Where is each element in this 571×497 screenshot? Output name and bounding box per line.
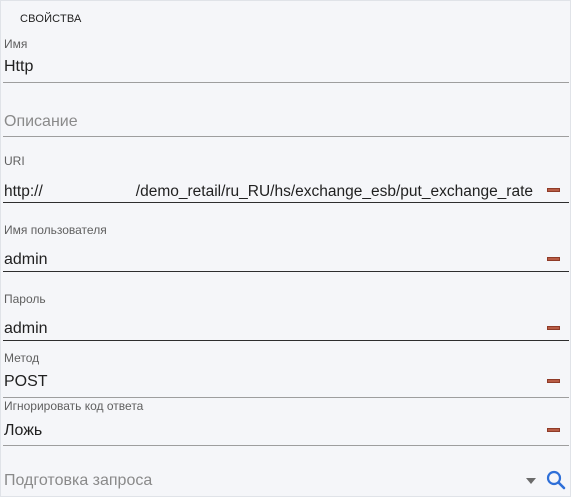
chevron-down-icon[interactable]	[526, 478, 536, 484]
method-underline	[3, 397, 569, 398]
username-label: Имя пользователя	[4, 223, 107, 237]
prepare-request-field[interactable]: Подготовка запроса	[2, 463, 569, 496]
name-underline	[3, 82, 569, 83]
password-clear-button[interactable]	[547, 326, 560, 330]
password-label: Пароль	[4, 292, 46, 306]
uri-clear-button[interactable]	[547, 188, 560, 192]
ignore-code-value[interactable]: Ложь	[4, 422, 42, 440]
uri-underline	[3, 202, 569, 203]
uri-label: URI	[4, 154, 25, 168]
method-clear-button[interactable]	[547, 379, 560, 383]
method-value[interactable]: POST	[4, 373, 48, 391]
password-value[interactable]: admin	[4, 320, 48, 338]
name-field[interactable]: Имя Http	[2, 35, 569, 85]
username-clear-button[interactable]	[547, 257, 560, 261]
password-field[interactable]: Пароль admin	[2, 291, 569, 343]
method-field[interactable]: Метод POST	[2, 350, 569, 400]
uri-value[interactable]: http:// /demo_retail/ru_RU/hs/exchange_es…	[4, 183, 533, 201]
search-icon[interactable]	[546, 470, 566, 490]
section-title: СВОЙСТВА	[20, 13, 82, 25]
description-underline	[3, 136, 569, 137]
method-label: Метод	[4, 351, 40, 365]
ignore-code-underline	[3, 445, 569, 446]
username-value[interactable]: admin	[4, 251, 48, 269]
properties-panel: СВОЙСТВА Имя Http Описание URI http:// /d…	[0, 0, 571, 497]
username-underline	[3, 271, 569, 272]
name-value[interactable]: Http	[4, 58, 33, 76]
ignore-code-field[interactable]: Игнорировать код ответа Ложь	[2, 399, 569, 447]
ignore-code-label: Игнорировать код ответа	[4, 399, 144, 413]
uri-value-suffix: /demo_retail/ru_RU/hs/exchange_esb/put_e…	[135, 183, 534, 200]
password-underline	[3, 340, 569, 341]
description-field[interactable]: Описание	[2, 105, 569, 139]
ignore-code-clear-button[interactable]	[547, 428, 560, 432]
uri-field[interactable]: URI http:// /demo_retail/ru_RU/hs/exchang…	[2, 152, 569, 204]
name-label: Имя	[4, 37, 28, 51]
username-field[interactable]: Имя пользователя admin	[2, 222, 569, 274]
uri-value-prefix: http://	[4, 183, 43, 200]
prepare-request-placeholder[interactable]: Подготовка запроса	[4, 472, 152, 490]
description-placeholder[interactable]: Описание	[4, 113, 78, 131]
